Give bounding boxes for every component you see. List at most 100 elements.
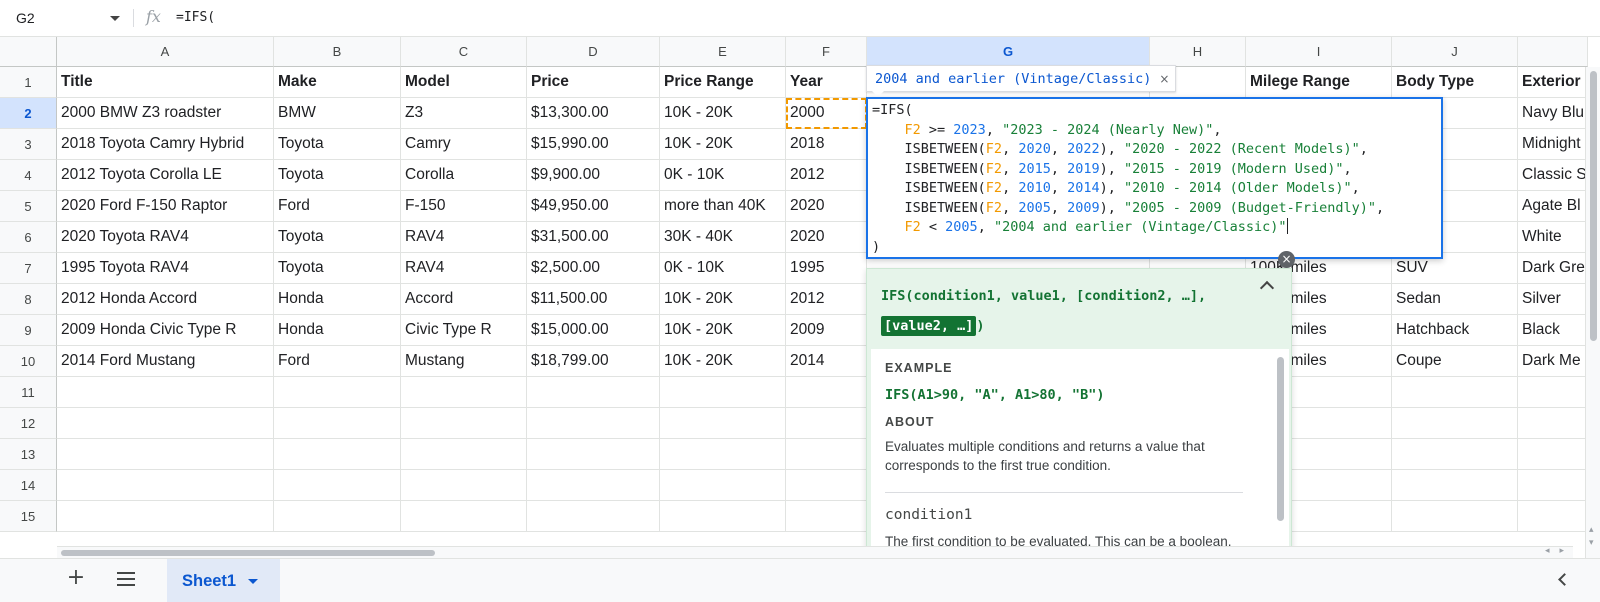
cell[interactable] <box>274 377 401 408</box>
chevron-up-icon[interactable] <box>1259 280 1275 296</box>
cell[interactable]: 0K - 10K <box>660 253 786 284</box>
cell[interactable]: White <box>1518 222 1588 253</box>
cell[interactable]: $15,000.00 <box>527 315 660 346</box>
cell[interactable]: Milege Range <box>1246 67 1392 98</box>
cell[interactable]: F-150 <box>401 191 527 222</box>
cell[interactable] <box>1392 377 1518 408</box>
column-header-g[interactable]: G <box>867 37 1150 67</box>
cell[interactable]: 2020 <box>786 222 867 253</box>
name-box[interactable]: G2 <box>8 5 126 31</box>
cell[interactable] <box>1518 408 1588 439</box>
cell[interactable] <box>786 439 867 470</box>
cell[interactable] <box>1392 501 1518 532</box>
cell[interactable]: Honda <box>274 315 401 346</box>
cell[interactable]: Z3 <box>401 98 527 129</box>
cell[interactable] <box>1518 377 1588 408</box>
column-header-e[interactable]: E <box>660 37 786 67</box>
cell[interactable]: Title <box>57 67 274 98</box>
cell[interactable]: Civic Type R <box>401 315 527 346</box>
cell[interactable] <box>274 470 401 501</box>
row-header-6[interactable]: 6 <box>0 222 57 253</box>
cell[interactable] <box>401 408 527 439</box>
cell[interactable]: Accord <box>401 284 527 315</box>
chevron-down-icon[interactable] <box>110 16 120 21</box>
cell[interactable]: $2,500.00 <box>527 253 660 284</box>
horizontal-scrollbar[interactable] <box>57 546 1573 558</box>
cell[interactable]: 10K - 20K <box>660 284 786 315</box>
cell[interactable]: $11,500.00 <box>527 284 660 315</box>
column-header-j[interactable]: J <box>1392 37 1518 67</box>
cell[interactable] <box>274 501 401 532</box>
cell[interactable] <box>660 439 786 470</box>
help-scrollbar[interactable] <box>1277 357 1284 521</box>
cell[interactable]: 2012 Toyota Corolla LE <box>57 160 274 191</box>
cell[interactable] <box>527 501 660 532</box>
cell[interactable]: $13,300.00 <box>527 98 660 129</box>
close-icon[interactable]: × <box>1278 251 1295 268</box>
cell[interactable]: Dark Gre <box>1518 253 1588 284</box>
row-header-15[interactable]: 15 <box>0 501 57 532</box>
column-header-f[interactable]: F <box>786 37 867 67</box>
cell[interactable]: Camry <box>401 129 527 160</box>
row-header-2[interactable]: 2 <box>0 98 57 129</box>
cell[interactable]: Corolla <box>401 160 527 191</box>
column-header-a[interactable]: A <box>57 37 274 67</box>
chevron-down-icon[interactable] <box>248 578 259 584</box>
cell[interactable] <box>57 377 274 408</box>
cell[interactable]: 2020 <box>786 191 867 222</box>
cell[interactable]: 10K - 20K <box>660 315 786 346</box>
cell[interactable]: 10K - 20K <box>660 129 786 160</box>
cell[interactable]: 2018 Toyota Camry Hybrid <box>57 129 274 160</box>
cell[interactable] <box>57 439 274 470</box>
column-header-c[interactable]: C <box>401 37 527 67</box>
cell[interactable]: more than 40K <box>660 191 786 222</box>
scroll-arrows-horizontal[interactable]: ◂▸ <box>1545 545 1574 556</box>
close-icon[interactable]: × <box>1159 72 1169 86</box>
cell[interactable]: 2018 <box>786 129 867 160</box>
cell[interactable] <box>1392 408 1518 439</box>
cell[interactable]: Toyota <box>274 253 401 284</box>
cell[interactable]: 2020 Toyota RAV4 <box>57 222 274 253</box>
column-header-i[interactable]: I <box>1246 37 1392 67</box>
select-all-corner[interactable] <box>0 37 57 67</box>
cell[interactable]: Hatchback <box>1392 315 1518 346</box>
row-header-1[interactable]: 1 <box>0 67 57 98</box>
cell[interactable]: Price Range <box>660 67 786 98</box>
cell[interactable] <box>401 501 527 532</box>
column-header-d[interactable]: D <box>527 37 660 67</box>
cell[interactable] <box>527 408 660 439</box>
cell[interactable]: 2014 Ford Mustang <box>57 346 274 377</box>
cell[interactable] <box>786 377 867 408</box>
cell[interactable]: $9,900.00 <box>527 160 660 191</box>
cell[interactable] <box>401 439 527 470</box>
cell[interactable]: Toyota <box>274 222 401 253</box>
row-header-13[interactable]: 13 <box>0 439 57 470</box>
cell[interactable] <box>786 470 867 501</box>
cell[interactable] <box>1518 470 1588 501</box>
row-header-9[interactable]: 9 <box>0 315 57 346</box>
cell[interactable] <box>401 377 527 408</box>
cell[interactable]: Navy Blu <box>1518 98 1588 129</box>
cell[interactable]: Price <box>527 67 660 98</box>
cell[interactable]: 2012 Honda Accord <box>57 284 274 315</box>
cell[interactable]: RAV4 <box>401 253 527 284</box>
cell[interactable] <box>274 439 401 470</box>
cell[interactable]: Black <box>1518 315 1588 346</box>
cell[interactable] <box>660 408 786 439</box>
cell[interactable]: $15,990.00 <box>527 129 660 160</box>
cell[interactable]: 10K - 20K <box>660 346 786 377</box>
cell[interactable]: Honda <box>274 284 401 315</box>
cell[interactable]: Model <box>401 67 527 98</box>
cell[interactable] <box>660 377 786 408</box>
row-header-7[interactable]: 7 <box>0 253 57 284</box>
cell[interactable]: 2014 <box>786 346 867 377</box>
cell[interactable] <box>57 470 274 501</box>
cell[interactable]: Exterior <box>1518 67 1588 98</box>
cell[interactable]: Agate Bl <box>1518 191 1588 222</box>
cell[interactable] <box>57 408 274 439</box>
cell[interactable]: Toyota <box>274 160 401 191</box>
cell[interactable]: Ford <box>274 191 401 222</box>
cell[interactable]: Classic S <box>1518 160 1588 191</box>
row-header-14[interactable]: 14 <box>0 470 57 501</box>
cell[interactable]: Make <box>274 67 401 98</box>
